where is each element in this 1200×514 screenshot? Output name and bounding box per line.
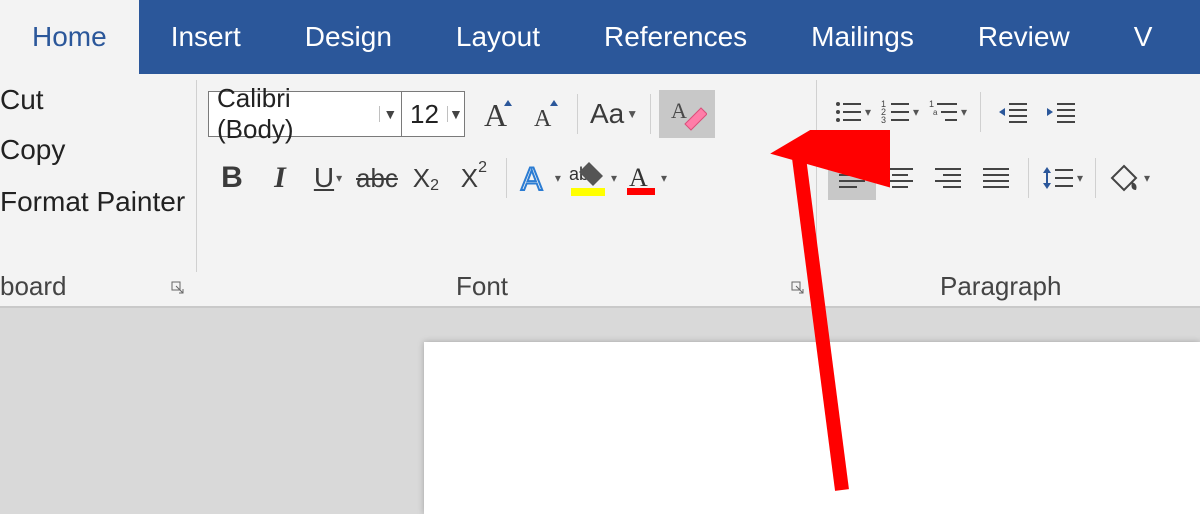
change-case-button[interactable]: Aa ▼: [586, 92, 642, 136]
separator: [1028, 158, 1029, 198]
chevron-down-icon: ▾: [1144, 171, 1150, 185]
svg-text:A: A: [671, 98, 687, 123]
bold-button[interactable]: B: [208, 156, 256, 200]
tab-references[interactable]: References: [572, 0, 779, 74]
cut-button[interactable]: Cut: [0, 84, 44, 116]
separator: [980, 92, 981, 132]
svg-text:A: A: [534, 106, 552, 132]
chevron-down-icon: ▼: [447, 106, 464, 122]
line-spacing-button[interactable]: ▾: [1037, 156, 1087, 200]
separator: [650, 94, 651, 134]
grow-font-button[interactable]: A: [473, 92, 521, 136]
svg-text:a: a: [933, 108, 938, 117]
chevron-down-icon: ▾: [555, 171, 561, 185]
highlight-button[interactable]: ab ▾: [565, 156, 621, 200]
increase-indent-button[interactable]: [1037, 90, 1085, 134]
justify-button[interactable]: [972, 156, 1020, 200]
chevron-down-icon: ▾: [913, 105, 919, 119]
font-name-combo[interactable]: Calibri (Body) ▼: [208, 91, 402, 137]
svg-text:A: A: [521, 161, 543, 196]
chevron-down-icon: ▾: [961, 105, 967, 119]
decrease-indent-button[interactable]: [989, 90, 1037, 134]
font-size-value: 12: [402, 99, 447, 130]
clipboard-group-label: board: [0, 271, 67, 302]
tab-review[interactable]: Review: [946, 0, 1102, 74]
tab-design[interactable]: Design: [273, 0, 424, 74]
separator: [577, 94, 578, 134]
italic-button[interactable]: I: [256, 156, 304, 200]
font-size-combo[interactable]: 12 ▼: [401, 91, 465, 137]
font-color-button[interactable]: A ▾: [621, 156, 671, 200]
change-case-label: Aa: [590, 98, 624, 130]
clear-formatting-button[interactable]: A: [659, 90, 715, 138]
text-effects-button[interactable]: A ▾: [515, 156, 565, 200]
tab-mailings[interactable]: Mailings: [779, 0, 946, 74]
tab-home[interactable]: Home: [0, 0, 139, 74]
tab-layout[interactable]: Layout: [424, 0, 572, 74]
format-painter-button[interactable]: Format Painter: [0, 186, 185, 218]
font-group-label: Font: [456, 271, 508, 302]
align-right-button[interactable]: [924, 156, 972, 200]
chevron-down-icon: ▼: [379, 106, 401, 122]
group-separator: [196, 80, 197, 272]
chevron-down-icon: ▾: [865, 105, 871, 119]
chevron-down-icon: ▾: [336, 171, 342, 185]
ribbon: Cut Copy Format Painter board Calibri (B…: [0, 74, 1200, 308]
numbering-button[interactable]: 123 ▾: [876, 90, 924, 134]
tab-view[interactable]: V: [1102, 0, 1185, 74]
subscript-button[interactable]: X2: [402, 156, 450, 200]
multilevel-list-button[interactable]: 1a ▾: [924, 90, 972, 134]
copy-button[interactable]: Copy: [0, 134, 65, 166]
shrink-font-button[interactable]: A: [521, 92, 569, 136]
group-separator: [816, 80, 817, 272]
shading-button[interactable]: ▾: [1104, 156, 1154, 200]
separator: [1095, 158, 1096, 198]
bullets-button[interactable]: ▾: [828, 90, 876, 134]
chevron-down-icon: ▾: [1077, 171, 1083, 185]
font-name-value: Calibri (Body): [209, 83, 379, 145]
separator: [506, 158, 507, 198]
svg-text:A: A: [484, 97, 507, 132]
svg-text:3: 3: [881, 115, 886, 125]
underline-button[interactable]: U▾: [304, 156, 352, 200]
svg-text:A: A: [629, 163, 648, 192]
chevron-down-icon: ▼: [626, 107, 638, 121]
ribbon-tabs: Home Insert Design Layout References Mai…: [0, 0, 1200, 74]
tab-insert[interactable]: Insert: [139, 0, 273, 74]
align-left-button[interactable]: [828, 156, 876, 200]
document-page[interactable]: [424, 342, 1200, 514]
paragraph-group-label: Paragraph: [940, 271, 1061, 302]
font-launcher[interactable]: [788, 278, 808, 298]
chevron-down-icon: ▾: [611, 171, 617, 185]
clipboard-launcher[interactable]: [168, 278, 188, 298]
chevron-down-icon: ▾: [661, 171, 667, 185]
superscript-button[interactable]: X2: [450, 156, 498, 200]
align-center-button[interactable]: [876, 156, 924, 200]
strikethrough-button[interactable]: abc: [352, 156, 402, 200]
